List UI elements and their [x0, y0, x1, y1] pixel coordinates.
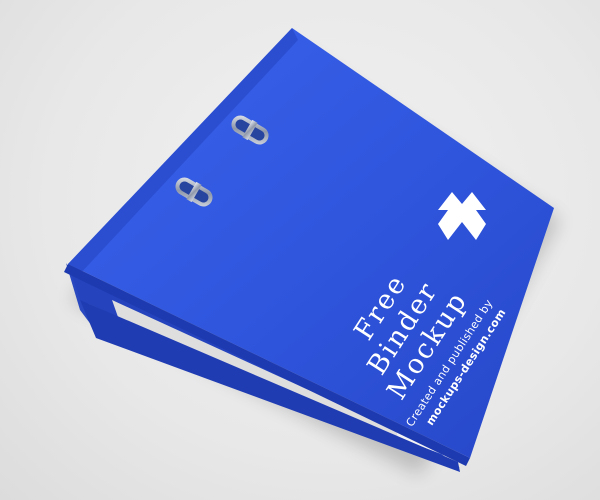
binder-illustration	[64, 28, 560, 475]
binder-mockup-scene: Free Binder Mockup Created and published…	[0, 0, 600, 500]
